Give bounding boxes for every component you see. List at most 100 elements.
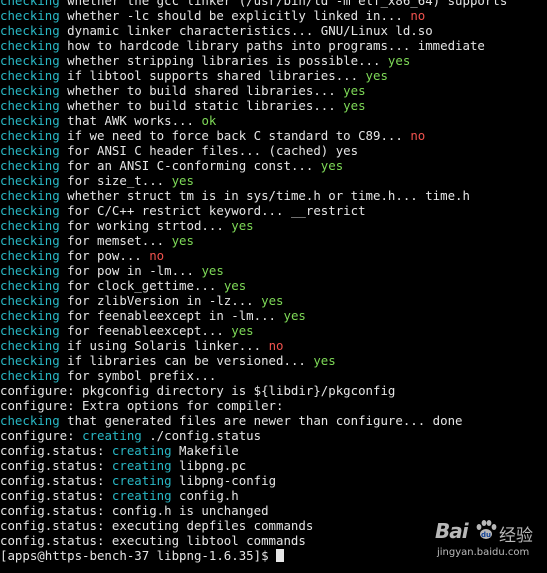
keyword-token: checking — [0, 53, 60, 68]
text-token: for symbol prefix... — [59, 368, 224, 383]
terminal-line: configure: Extra options for compiler: — [0, 398, 507, 413]
keyword-token: checking — [0, 263, 60, 278]
text-token: config.status: — [0, 488, 112, 503]
keyword-token: checking — [0, 188, 60, 203]
terminal-line: checking for ANSI C header files... (cac… — [0, 143, 507, 158]
text-token: libpng-config — [171, 473, 277, 488]
keyword-token: checking — [0, 158, 60, 173]
terminal-line: checking that AWK works... ok — [0, 113, 507, 128]
terminal-line: config.status: creating libpng-config — [0, 473, 507, 488]
terminal-line: checking if libtool supports shared libr… — [0, 68, 507, 83]
result-yes-token: yes — [365, 68, 388, 83]
terminal-line: checking for memset... yes — [0, 233, 507, 248]
terminal-line: checking that generated files are newer … — [0, 413, 507, 428]
baidu-jingyan-watermark: Bai du 经验 jingyan.baidu.com — [435, 519, 537, 565]
text-token: whether the gcc linker (/usr/bin/ld -m e… — [59, 0, 508, 8]
keyword-token: checking — [0, 248, 60, 263]
terminal-line: checking if libraries can be versioned..… — [0, 353, 507, 368]
terminal-output: checking whether the gcc linker (/usr/bi… — [0, 0, 507, 563]
text-token: for feenableexcept... — [59, 323, 232, 338]
keyword-token: creating — [111, 458, 172, 473]
result-yes-token: yes — [320, 158, 344, 173]
keyword-token: creating — [111, 473, 172, 488]
keyword-token: checking — [0, 38, 60, 53]
keyword-token: checking — [0, 143, 60, 158]
text-token: configure: Extra options for compiler: — [0, 398, 284, 413]
text-token: config.status: — [0, 473, 112, 488]
keyword-token: checking — [0, 83, 60, 98]
result-yes-token: yes — [171, 233, 194, 248]
terminal-line: checking for size_t... yes — [0, 173, 507, 188]
text-token: whether to build static libraries... — [59, 98, 344, 113]
result-yes-token: yes — [343, 83, 366, 98]
terminal-line: checking for an ANSI C-conforming const.… — [0, 158, 507, 173]
text-token: ./config.status — [141, 428, 262, 443]
terminal-line: checking for symbol prefix... — [0, 368, 507, 383]
keyword-token: checking — [0, 368, 60, 383]
text-token: if we need to force back C standard to C… — [59, 128, 411, 143]
result-yes-token: yes — [201, 263, 224, 278]
terminal-line: config.status: creating Makefile — [0, 443, 507, 458]
terminal-line: configure: creating ./config.status — [0, 428, 507, 443]
result-no-token: no — [268, 338, 284, 353]
terminal-line: checking for working strtod... yes — [0, 218, 507, 233]
text-token: config.h — [171, 488, 239, 503]
text-token: if libtool supports shared libraries... — [59, 68, 366, 83]
watermark-logo-text: Bai — [435, 519, 469, 543]
result-no-token: no — [410, 128, 426, 143]
keyword-token: checking — [0, 98, 60, 113]
keyword-token: checking — [0, 128, 60, 143]
text-token: how to hardcode library paths into progr… — [59, 38, 485, 53]
text-cursor — [276, 549, 285, 562]
terminal-line: checking if using Solaris linker... no — [0, 338, 507, 353]
terminal-line: checking for feenableexcept in -lm... ye… — [0, 308, 507, 323]
result-yes-token: yes — [231, 218, 254, 233]
terminal-line: config.status: config.h is unchanged — [0, 503, 507, 518]
keyword-token: checking — [0, 233, 60, 248]
keyword-token: checking — [0, 278, 60, 293]
terminal-line: checking whether to build shared librari… — [0, 83, 507, 98]
text-token: for pow in -lm... — [59, 263, 202, 278]
keyword-token: checking — [0, 8, 60, 23]
text-token: config.status: executing depfiles comman… — [0, 518, 314, 533]
text-token: config.status: — [0, 443, 112, 458]
text-token: for C/C++ restrict keyword... __restrict — [59, 203, 366, 218]
text-token: for an ANSI C-conforming const... — [59, 158, 321, 173]
result-yes-token: yes — [313, 353, 336, 368]
shell-prompt-line[interactable]: [apps@https-bench-37 libpng-1.6.35]$ — [0, 548, 507, 563]
terminal-window[interactable]: checking whether the gcc linker (/usr/bi… — [0, 0, 547, 573]
keyword-token: checking — [0, 308, 60, 323]
result-yes-token: ok — [201, 113, 217, 128]
terminal-line: config.status: executing libtool command… — [0, 533, 507, 548]
result-yes-token: yes — [343, 98, 366, 113]
text-token: config.status: config.h is unchanged — [0, 503, 269, 518]
text-token: for ANSI C header files... (cached) yes — [59, 143, 359, 158]
text-token: for feenableexcept in -lm... — [59, 308, 284, 323]
text-token: config.status: executing libtool command… — [0, 533, 306, 548]
keyword-token: checking — [0, 218, 60, 233]
text-token: whether to build shared libraries... — [59, 83, 344, 98]
text-token: whether stripping libraries is possible.… — [59, 53, 388, 68]
terminal-line: checking whether struct tm is in sys/tim… — [0, 188, 507, 203]
terminal-line: checking whether the gcc linker (/usr/bi… — [0, 0, 507, 8]
paw-icon: du — [476, 520, 497, 539]
text-token: Makefile — [171, 443, 239, 458]
text-token: if using Solaris linker... — [59, 338, 269, 353]
text-token: for size_t... — [59, 173, 172, 188]
result-yes-token: yes — [231, 323, 254, 338]
text-token: for memset... — [59, 233, 172, 248]
text-token: for pow... — [59, 248, 150, 263]
terminal-line: checking whether to build static librari… — [0, 98, 507, 113]
result-no-token: no — [410, 8, 426, 23]
text-token: libpng.pc — [171, 458, 247, 473]
terminal-line: checking dynamic linker characteristics.… — [0, 23, 507, 38]
text-token: configure: pkgconfig directory is ${libd… — [0, 383, 396, 398]
keyword-token: creating — [82, 428, 142, 443]
keyword-token: checking — [0, 353, 60, 368]
shell-prompt: [apps@https-bench-37 libpng-1.6.35]$ — [0, 548, 277, 563]
terminal-line: config.status: creating config.h — [0, 488, 507, 503]
text-token: whether -lc should be explicitly linked … — [59, 8, 411, 23]
text-token: configure: — [0, 428, 83, 443]
terminal-line: checking how to hardcode library paths i… — [0, 38, 507, 53]
keyword-token: checking — [0, 173, 60, 188]
